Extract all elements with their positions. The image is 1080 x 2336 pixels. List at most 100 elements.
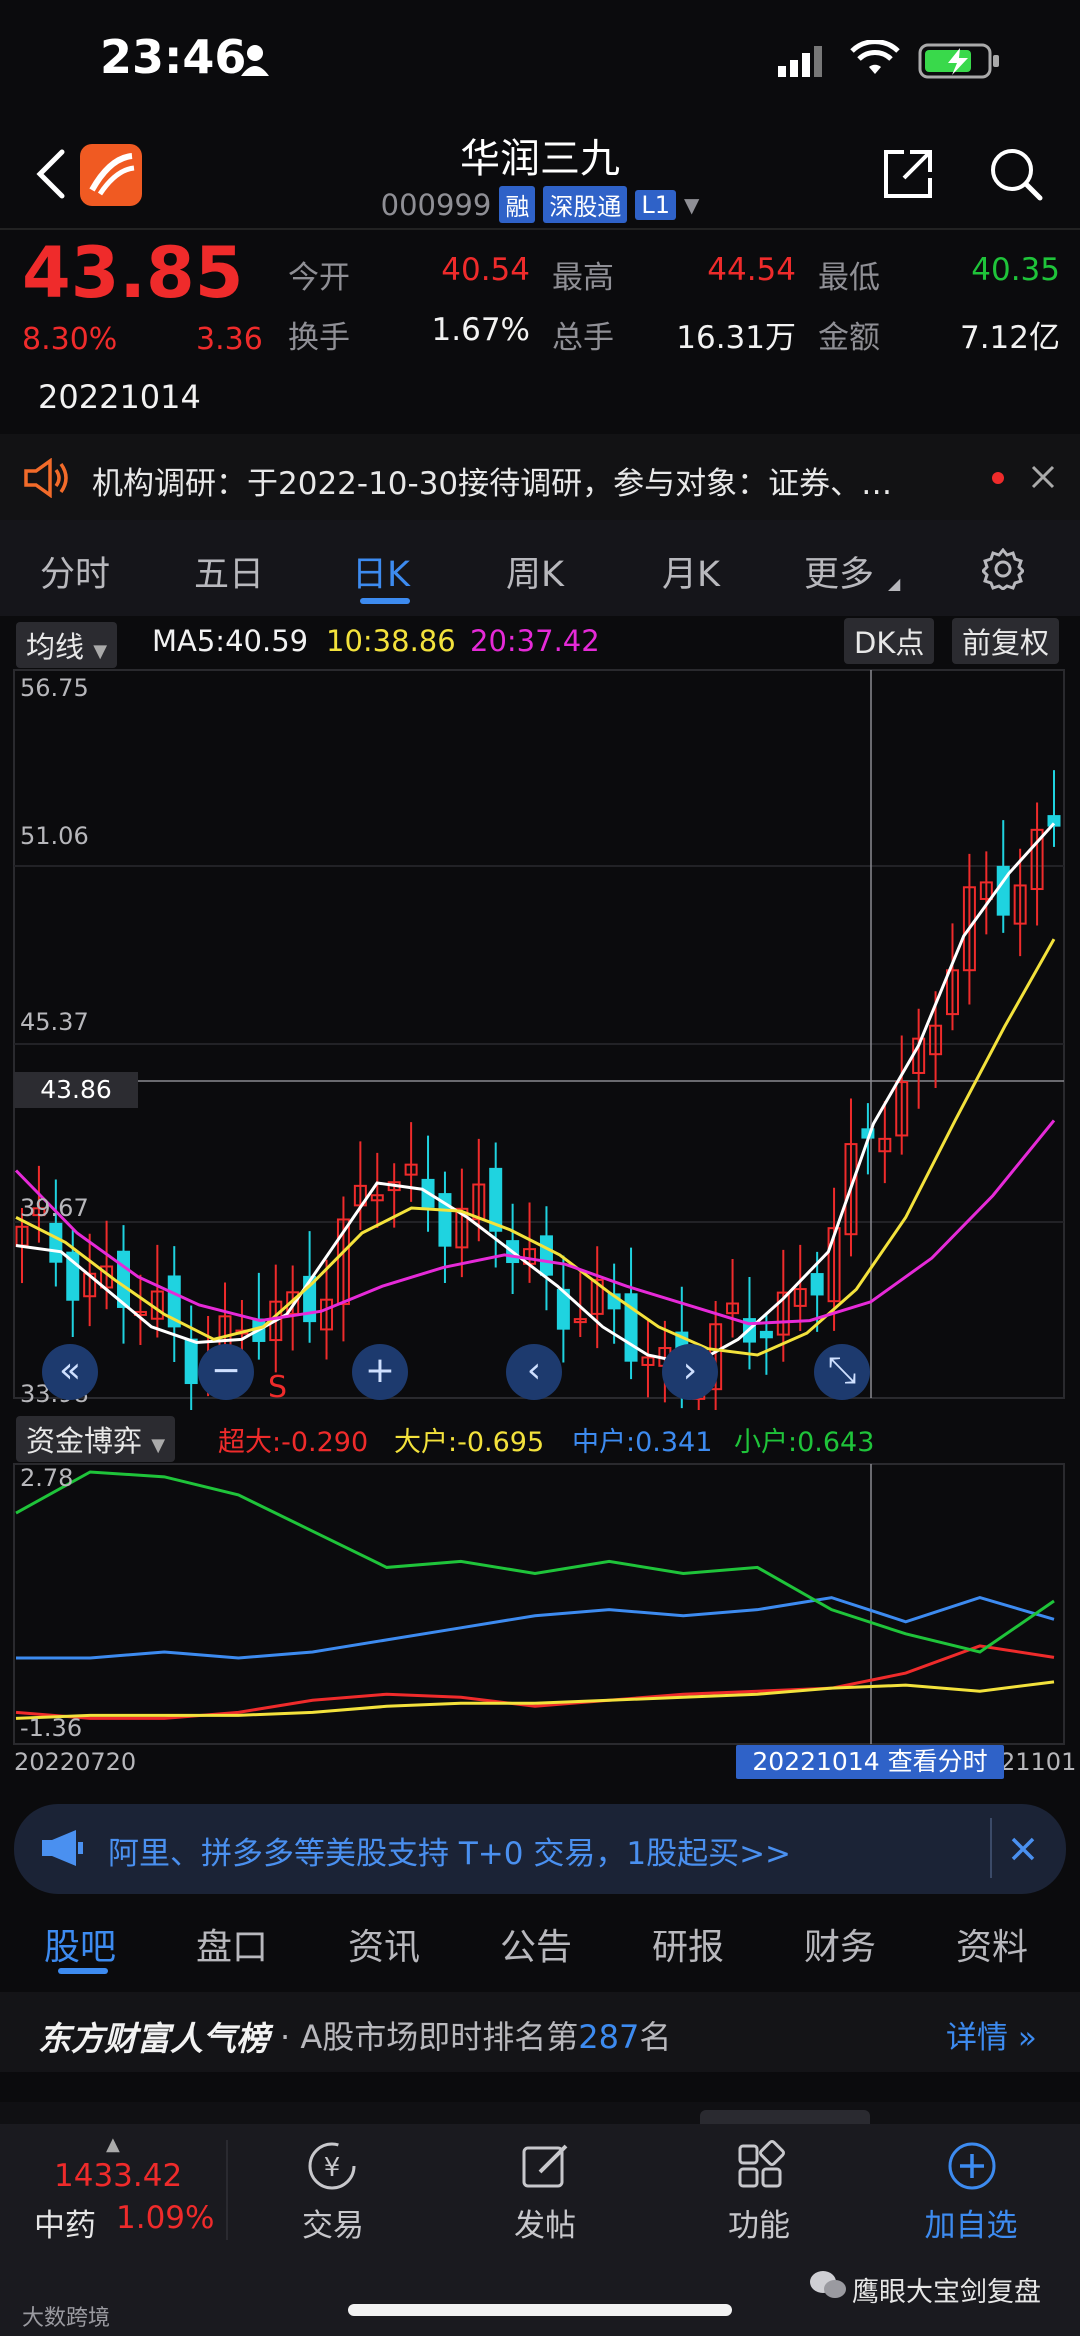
post-button[interactable]: 发帖	[470, 2200, 620, 2245]
end-date-label: 21101	[1000, 1748, 1077, 1776]
wifi-icon	[850, 39, 900, 82]
tab-five-day[interactable]: 五日	[194, 546, 264, 597]
price-axis-label: 51.06	[20, 822, 89, 850]
chevron-down-icon[interactable]: ▼	[684, 193, 699, 217]
ranking-detail-link[interactable]: 详情 »	[946, 2012, 1037, 2057]
medium-line	[16, 1596, 1055, 1660]
battery-icon	[918, 42, 1002, 84]
amount-value: 7.12亿	[959, 320, 1060, 356]
zoom-in-icon[interactable]: +	[352, 1344, 408, 1400]
settings-gear-icon[interactable]	[980, 547, 1026, 594]
adjust-button[interactable]: 前复权	[952, 618, 1060, 664]
fund-select-label: 资金博弈	[26, 1424, 143, 1458]
tab-monthly-k[interactable]: 月K	[662, 546, 720, 597]
ranking-suffix: 名	[639, 2018, 672, 2056]
high-value: 44.54	[707, 252, 796, 288]
unread-dot	[992, 472, 1004, 484]
functions-button[interactable]: 功能	[684, 2200, 834, 2245]
search-icon[interactable]	[988, 146, 1044, 206]
home-indicator[interactable]	[348, 2304, 732, 2316]
ma-select[interactable]: 均线 ▼	[16, 622, 118, 668]
fullscreen-icon[interactable]: ⤡	[814, 1344, 870, 1400]
low-value: 40.35	[971, 252, 1060, 288]
ranking-text: · A股市场即时排名第287名	[280, 2012, 671, 2058]
view-intraday-button[interactable]: 20221014 查看分时	[736, 1745, 1004, 1779]
sector-change-percent[interactable]: 1.09%	[116, 2200, 214, 2236]
high-label: 最高	[552, 260, 614, 296]
functions-grid-icon[interactable]	[732, 2140, 788, 2192]
tab-intraday[interactable]: 分时	[40, 546, 110, 597]
connect-badge: 深股通	[543, 186, 628, 223]
promo-divider	[990, 1818, 992, 1878]
community-tab-indicator	[58, 1968, 108, 1974]
large-value: 大户:-0.695	[394, 1427, 545, 1458]
scroll-right-icon[interactable]: ›	[662, 1344, 718, 1400]
ranking-prefix: · A股市场即时排名第	[280, 2018, 579, 2056]
ma10-value: 10:38.86	[326, 624, 456, 658]
quote-date: 20221014	[38, 378, 201, 416]
ranking-brand: 东方财富人气榜	[38, 2019, 269, 2058]
tab-financials[interactable]: 财务	[804, 1918, 876, 1970]
start-date-label: 20220720	[14, 1748, 137, 1776]
add-watchlist-icon[interactable]	[944, 2140, 1000, 2192]
ma5-value: MA5:40.59	[152, 624, 309, 658]
candle-down	[810, 1273, 824, 1296]
tab-weekly-k[interactable]: 周K	[506, 546, 564, 597]
share-icon[interactable]	[880, 146, 936, 206]
tab-profile[interactable]: 资料	[956, 1918, 1028, 1970]
tab-order-book[interactable]: 盘口	[196, 1918, 268, 1970]
tab-stock-forum[interactable]: 股吧	[44, 1918, 116, 1970]
trade-icon[interactable]: ¥	[304, 2140, 360, 2192]
promo-text[interactable]: 阿里、拼多多等美股支持 T+0 交易，1股起买>>	[108, 1828, 791, 1873]
crosshair-price-tag: 43.86	[14, 1072, 138, 1108]
tab-more[interactable]: 更多	[804, 546, 874, 597]
promo-close-icon[interactable]	[1010, 1834, 1036, 1868]
tab-active-indicator	[360, 598, 410, 604]
index-up-arrow-icon: ▲	[106, 2134, 120, 2155]
candlestick-chart[interactable]	[0, 666, 1080, 1410]
status-time: 23:46	[100, 30, 247, 84]
amount-label: 金额	[818, 320, 880, 356]
price-axis-label-top: 56.75	[20, 674, 89, 702]
ranking-detail-label: 详情	[946, 2020, 1008, 2056]
candle-down	[184, 1338, 198, 1385]
zoom-out-icon[interactable]: −	[198, 1344, 254, 1400]
fund-flow-chart[interactable]	[0, 1460, 1080, 1780]
sell-signal: S	[268, 1370, 288, 1405]
content-preview-chip	[700, 2110, 870, 2124]
sector-name[interactable]: 中药	[34, 2200, 96, 2245]
small-value: 小户:0.643	[734, 1427, 875, 1458]
caret-down-icon: ◢	[888, 574, 901, 593]
tab-daily-k[interactable]: 日K	[352, 546, 410, 597]
change-amount: 3.36	[196, 322, 263, 357]
sector-index-value[interactable]: 1433.42	[54, 2158, 182, 2194]
speaker-icon	[22, 457, 70, 502]
close-icon[interactable]	[1030, 462, 1056, 496]
watermark-left: 大数跨境	[22, 2306, 111, 2331]
compose-icon[interactable]	[518, 2140, 574, 2192]
add-watchlist-button[interactable]: 加自选	[896, 2200, 1046, 2245]
level-badge: L1	[635, 189, 676, 220]
content-preview-strip	[0, 2102, 1080, 2124]
tab-news[interactable]: 资讯	[348, 1918, 420, 1970]
tab-announcements[interactable]: 公告	[500, 1918, 572, 1970]
ma-select-label: 均线	[26, 630, 85, 664]
notice-text[interactable]: 机构调研：于2022-10-30接待调研，参与对象：证券、…	[92, 458, 892, 503]
low-label: 最低	[818, 260, 880, 296]
signal-icon	[776, 44, 824, 82]
candle-down	[539, 1235, 553, 1276]
scroll-left-fast-icon[interactable]: «	[42, 1344, 98, 1400]
tab-research[interactable]: 研报	[652, 1918, 724, 1970]
fund-select[interactable]: 资金博弈 ▼	[16, 1416, 176, 1462]
candle-down	[49, 1222, 63, 1263]
price-axis-label: 45.37	[20, 1008, 89, 1036]
price-axis-label: 39.67	[20, 1194, 89, 1222]
dk-point-button[interactable]: DK点	[844, 618, 935, 664]
super-large-value: 超大:-0.290	[218, 1427, 369, 1458]
margin-badge: 融	[499, 186, 536, 223]
trade-button[interactable]: 交易	[258, 2200, 408, 2245]
ranking-number: 287	[578, 2018, 640, 2056]
open-value: 40.54	[441, 252, 530, 288]
large-line	[15, 1680, 1055, 1720]
scroll-left-icon[interactable]: ‹	[506, 1344, 562, 1400]
